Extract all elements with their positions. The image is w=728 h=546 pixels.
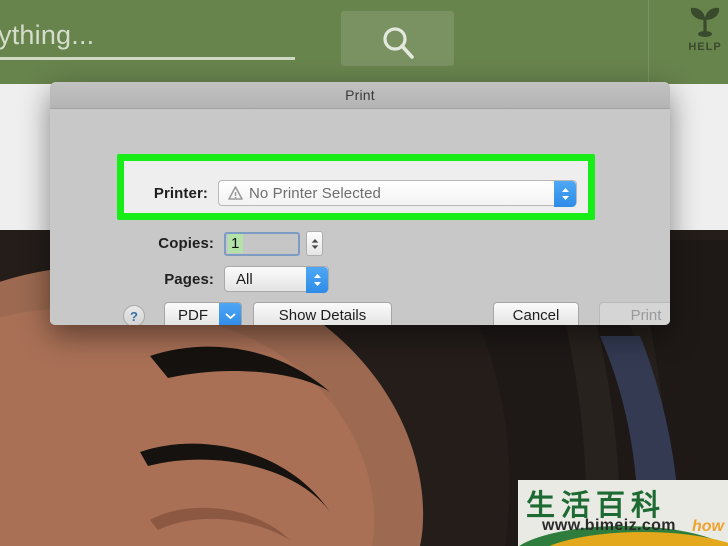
printer-row: Printer: No Printer Selected (142, 180, 577, 207)
print-dialog: Print Printer: No Printer Selected Copie… (50, 82, 670, 325)
search-underline (0, 57, 295, 60)
copies-stepper[interactable] (306, 231, 323, 256)
pdf-dropdown-arrow[interactable] (219, 303, 241, 325)
search-button[interactable] (341, 11, 454, 66)
printer-label: Printer: (153, 184, 208, 202)
printer-row-highlight: Printer: No Printer Selected (117, 154, 595, 220)
printer-value: No Printer Selected (249, 184, 381, 202)
copies-row: Copies: 1 (150, 231, 323, 256)
sprout-icon (690, 7, 720, 37)
dialog-button-bar: ? PDF Show Details Cancel Print (50, 302, 670, 325)
chevron-down-icon (225, 313, 235, 319)
dialog-title: Print (345, 87, 375, 103)
print-button: Print (599, 302, 670, 325)
header-divider (648, 0, 649, 84)
pdf-button-label: PDF (178, 307, 208, 324)
show-details-button[interactable]: Show Details (253, 302, 392, 325)
pages-stepper[interactable] (306, 267, 328, 293)
help-menu[interactable]: HELP (682, 3, 728, 53)
copies-value: 1 (228, 234, 244, 253)
search-input[interactable]: ything... (0, 18, 325, 60)
pages-select[interactable]: All (224, 266, 329, 293)
pages-value: All (236, 270, 253, 288)
printer-select[interactable]: No Printer Selected (218, 180, 577, 207)
cancel-button[interactable]: Cancel (493, 302, 579, 325)
pages-row: Pages: All (150, 266, 329, 293)
site-header: ything... HELP (0, 0, 728, 84)
up-down-chevron-icon (311, 238, 318, 249)
printer-stepper[interactable] (554, 181, 576, 207)
help-label: HELP (688, 41, 722, 53)
dialog-titlebar[interactable]: Print (50, 82, 670, 109)
watermark-url: www.bimeiz.com (542, 517, 676, 534)
search-icon (383, 27, 414, 59)
watermark-brand-suffix: how (692, 518, 724, 535)
dialog-body: Printer: No Printer Selected Copies: 1 P… (50, 109, 670, 325)
copies-input[interactable]: 1 (224, 231, 300, 256)
watermark: 生活百科 www.bimeiz.com how (518, 480, 728, 546)
up-down-chevron-icon (313, 274, 321, 286)
help-button[interactable]: ? (123, 305, 145, 325)
up-down-chevron-icon (561, 188, 569, 200)
warning-triangle-icon (228, 186, 243, 200)
copies-label: Copies: (158, 235, 214, 252)
screen: ything... HELP o h do 生活百科 www.bimeiz.co… (0, 0, 728, 546)
search-placeholder-text: ything... (0, 20, 95, 50)
pages-label: Pages: (164, 270, 214, 288)
pdf-button[interactable]: PDF (164, 302, 242, 325)
